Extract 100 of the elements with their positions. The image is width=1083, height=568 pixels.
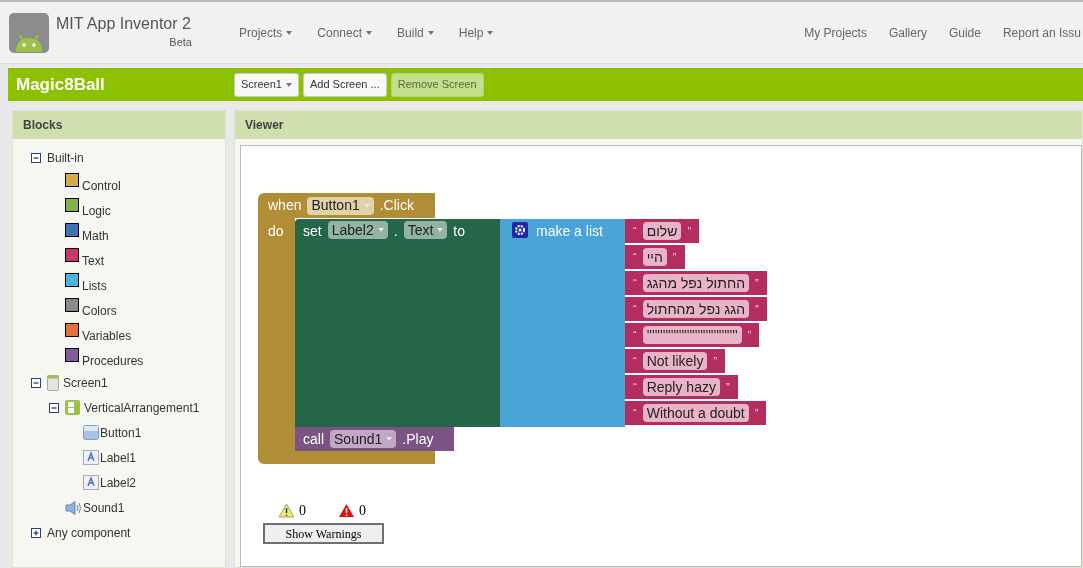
nav-menu[interactable]: Build (397, 23, 434, 42)
quote-mark: “ (633, 249, 637, 265)
tree-item[interactable]: Colors (82, 301, 117, 320)
quote-mark: “ (633, 405, 637, 421)
minus-icon[interactable] (31, 152, 41, 163)
quote-mark: “ (633, 301, 637, 317)
tree-item[interactable]: Math (82, 226, 109, 245)
tree-item[interactable]: Sound1 (83, 498, 125, 517)
app-title: MIT App Inventor 2 (56, 14, 192, 35)
text-value[interactable]: '''''''''''''''''''''''''''''''''' (642, 326, 742, 344)
caret-icon (487, 30, 494, 35)
error-count: 0 (359, 502, 366, 520)
text-block[interactable]: “ שלום ” (625, 219, 700, 243)
quote-mark: ” (747, 327, 752, 343)
screen-icon (47, 374, 59, 391)
tree-item[interactable]: Lists (82, 276, 107, 295)
panel-title: Viewer (245, 117, 284, 134)
block-keyword: to (453, 222, 465, 241)
quote-mark: ” (755, 301, 759, 317)
component-dropdown[interactable]: Sound1 (330, 430, 397, 448)
set-block[interactable]: set Label2 . Text to (295, 219, 500, 427)
tree-item[interactable]: Logic (82, 201, 111, 220)
quote-mark: ” (713, 353, 718, 369)
project-name: Magic8Ball (16, 73, 106, 96)
tree-item[interactable]: Screen1 (63, 373, 108, 392)
quote-mark: ” (725, 379, 730, 395)
panel-title: Blocks (23, 117, 63, 134)
tree-item[interactable]: Label1 (100, 448, 137, 467)
tree-item[interactable]: Built-in (47, 148, 84, 167)
block-keyword: make a list (536, 222, 603, 241)
app-subtitle: Beta (169, 35, 192, 51)
block-keyword: .Play (402, 429, 434, 449)
nav-menu[interactable]: Connect (317, 23, 373, 42)
property-dropdown[interactable]: Text (403, 221, 448, 239)
component-dropdown[interactable]: Label2 (327, 221, 388, 239)
nav-link[interactable]: Gallery (888, 23, 927, 42)
caret-icon (286, 30, 293, 35)
text-value[interactable]: שלום (642, 222, 682, 240)
label-icon (83, 475, 99, 490)
text-value[interactable]: היי (642, 248, 667, 266)
label-icon (83, 450, 99, 465)
nav-menu[interactable]: Projects (239, 23, 293, 42)
text-block[interactable]: “ '''''''''''''''''''''''''''''''''' ” (625, 323, 760, 347)
text-value[interactable]: Without a doubt (642, 404, 749, 422)
button-icon (83, 425, 99, 440)
minus-icon[interactable] (49, 402, 59, 413)
block-keyword: . (393, 222, 398, 241)
quote-mark: “ (633, 223, 637, 239)
caret-icon (286, 82, 292, 87)
caret-icon (386, 437, 393, 441)
tree-item[interactable]: VerticalArrangement1 (84, 398, 200, 417)
quote-mark: ” (754, 405, 759, 421)
screen-dropdown[interactable]: Screen1 (234, 72, 299, 97)
show-warnings-button[interactable]: Show Warnings (263, 523, 384, 544)
text-value[interactable]: Not likely (642, 352, 708, 370)
nav-link[interactable]: My Projects (804, 23, 867, 42)
quote-mark: “ (633, 327, 637, 343)
text-value[interactable]: Reply hazy (642, 378, 720, 396)
component-dropdown[interactable]: Button1 (307, 196, 374, 215)
nav-link[interactable]: Report an Issu (1002, 23, 1081, 42)
caret-icon (437, 228, 444, 232)
error-icon (338, 503, 355, 518)
toolbar-button[interactable]: Add Screen ... (303, 72, 387, 97)
tree-item[interactable]: Any component (47, 523, 131, 542)
quote-mark: ” (672, 249, 677, 265)
block-keyword: .Click (379, 196, 414, 215)
nav-link[interactable]: Guide (948, 23, 981, 42)
event-block-header[interactable]: when Button1 .Click (258, 193, 435, 218)
text-value[interactable]: הגג נפל מהחתול (642, 300, 749, 318)
tree-item[interactable]: Variables (82, 326, 132, 345)
text-value[interactable]: החתול נפל מהגג (642, 274, 749, 292)
text-block[interactable]: “ Not likely ” (625, 349, 726, 373)
call-block[interactable]: call Sound1 .Play (295, 427, 454, 451)
quote-mark: ” (755, 275, 759, 291)
tree-item[interactable]: Control (82, 176, 121, 195)
text-block[interactable]: “ הגג נפל מהחתול ” (625, 297, 767, 321)
text-block[interactable]: “ היי ” (625, 245, 685, 269)
nav-menu[interactable]: Help (458, 23, 494, 42)
tree-item[interactable]: Text (82, 251, 104, 270)
block-keyword: when (268, 196, 302, 215)
caret-icon (377, 228, 384, 232)
quote-mark: “ (633, 353, 637, 369)
gear-icon[interactable] (512, 222, 528, 238)
plus-icon[interactable] (31, 527, 41, 538)
app-logo-icon[interactable] (8, 11, 50, 54)
minus-icon[interactable] (31, 377, 41, 388)
warning-icon (278, 503, 295, 518)
block-keyword: call (303, 429, 324, 449)
tree-item[interactable]: Label2 (100, 473, 137, 492)
caret-icon (427, 30, 434, 35)
text-block[interactable]: “ החתול נפל מהגג ” (625, 271, 767, 295)
quote-mark: ” (687, 223, 692, 239)
quote-mark: “ (633, 379, 637, 395)
text-block[interactable]: “ Without a doubt ” (625, 401, 767, 425)
caret-icon (363, 203, 370, 208)
tree-item[interactable]: Procedures (82, 351, 144, 370)
text-block[interactable]: “ Reply hazy ” (625, 375, 738, 399)
block-keyword: do (268, 223, 284, 239)
tree-item[interactable]: Button1 (100, 423, 142, 442)
warning-count: 0 (299, 502, 306, 520)
